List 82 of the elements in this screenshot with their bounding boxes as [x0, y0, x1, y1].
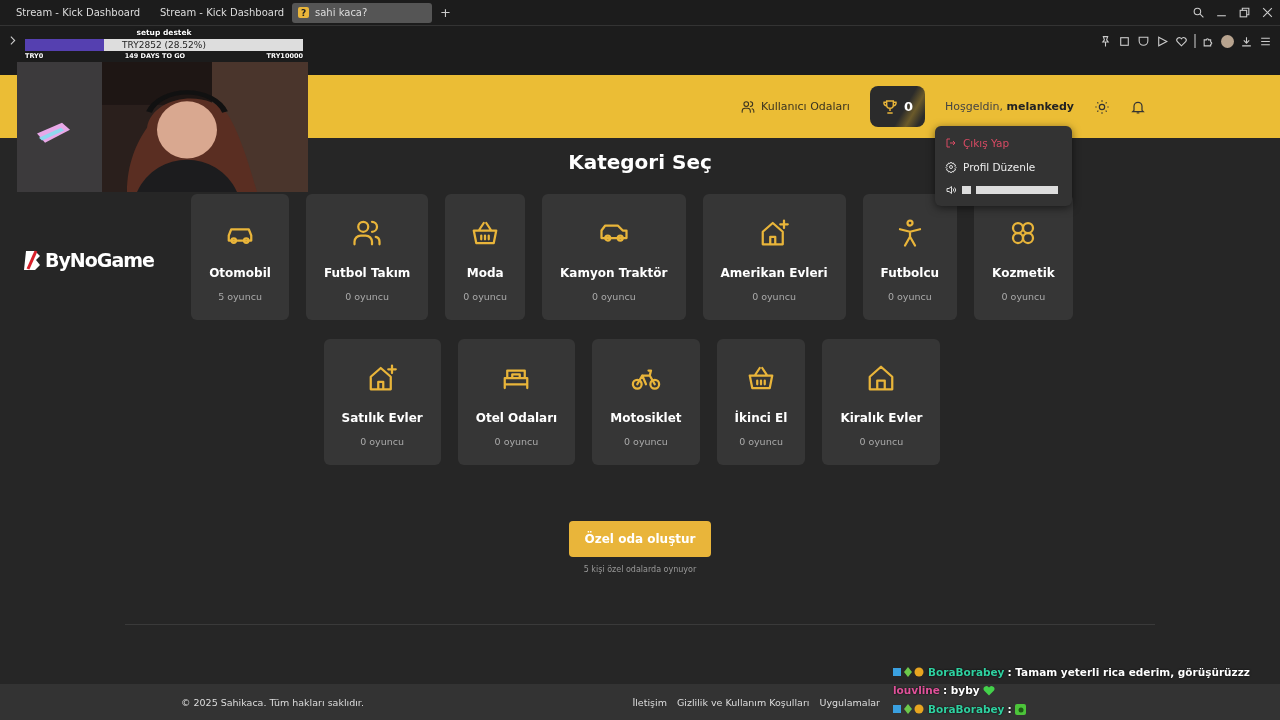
crop-icon[interactable] — [1118, 34, 1131, 48]
logo-icon — [22, 249, 42, 271]
category-card[interactable]: Amerikan Evleri 0 oyuncu — [702, 194, 846, 320]
category-card[interactable]: Satılık Evler 0 oyuncu — [323, 339, 441, 465]
users-icon — [741, 99, 756, 114]
category-name: Otel Odaları — [475, 411, 558, 425]
search-icon[interactable] — [1192, 6, 1205, 19]
player-count: 0 oyuncu — [859, 436, 904, 447]
player-count: 0 oyuncu — [494, 436, 539, 447]
chat-username: BoraBorabey — [928, 703, 1005, 715]
emote-icon — [1014, 703, 1026, 715]
chat-message: : Tamam yeterli rica ederim, görüşürüzzz — [1007, 666, 1250, 678]
browser-tab[interactable]: ? sahi kaca? — [292, 2, 432, 23]
category-name: Moda — [466, 266, 504, 280]
close-icon[interactable] — [1261, 6, 1274, 19]
slider-thumb[interactable] — [962, 186, 971, 194]
copyright-text: © 2025 Sahikaca. Tüm hakları saklıdır. — [181, 696, 364, 708]
house-plus-icon — [367, 363, 398, 393]
category-card[interactable]: Motosiklet 0 oyuncu — [592, 339, 700, 465]
new-tab-button[interactable]: + — [436, 5, 455, 20]
chat-username: louvline — [893, 684, 940, 696]
player-count: 0 oyuncu — [345, 291, 389, 302]
trophy-icon — [881, 98, 898, 115]
site-favicon: ? — [298, 7, 309, 18]
player-count: 0 oyuncu — [752, 291, 796, 302]
category-name: Kamyon Traktör — [560, 266, 668, 280]
settings-icon — [945, 161, 957, 173]
progress-reading: TRY2852 (28.52%) — [122, 40, 206, 50]
chat-message: : byby — [942, 684, 980, 696]
browser-tab[interactable]: Stream - Kick Dashboard — [4, 2, 144, 23]
restore-icon[interactable] — [1238, 6, 1251, 19]
page-title: Kategori Seç — [568, 150, 712, 174]
category-card[interactable]: Kiralık Evler 0 oyuncu — [822, 339, 941, 465]
avatar[interactable] — [1221, 34, 1234, 48]
category-name: Otomobil — [209, 266, 271, 280]
category-name: Kiralık Evler — [840, 411, 923, 425]
sponsor-logo: ByNoGame — [45, 249, 154, 271]
shield-icon[interactable] — [1137, 34, 1150, 48]
player-count: 0 oyuncu — [624, 436, 668, 447]
category-name: Satılık Evler — [341, 411, 423, 425]
users-icon — [352, 218, 383, 248]
category-name: Motosiklet — [610, 411, 682, 425]
welcome-text: Hoşgeldin, melankedy — [944, 100, 1074, 113]
category-card[interactable]: İkinci El 0 oyuncu — [716, 339, 806, 465]
category-name: İkinci El — [734, 411, 788, 425]
footer-link[interactable]: Gizlilik ve Kullanım Koşulları — [676, 696, 810, 708]
player-count: 0 oyuncu — [360, 436, 405, 447]
send-icon[interactable] — [1156, 34, 1169, 48]
speaker-icon — [945, 184, 957, 196]
category-name: Kozmetik — [992, 266, 1055, 280]
category-name: Futbolcu — [880, 266, 940, 280]
category-name: Amerikan Evleri — [720, 266, 828, 280]
category-card[interactable]: Futbolcu 0 oyuncu — [862, 194, 958, 320]
browser-tab[interactable]: Stream - Kick Dashboard — [148, 2, 288, 23]
trophy-button[interactable]: 0 — [869, 86, 925, 127]
player-count: 0 oyuncu — [739, 436, 783, 447]
player-count: 5 oyuncu — [218, 291, 262, 302]
category-card[interactable]: Moda 0 oyuncu — [445, 194, 526, 320]
house-plus-icon — [759, 218, 790, 248]
category-card[interactable]: Kamyon Traktör 0 oyuncu — [542, 194, 686, 320]
category-card[interactable]: Otel Odaları 0 oyuncu — [457, 339, 576, 465]
footer-link[interactable]: Uygulamalar — [819, 696, 880, 708]
category-name: Futbol Takım — [323, 266, 411, 280]
private-rooms-note: 5 kişi özel odalarda oynuyor — [583, 565, 697, 574]
player-count: 0 oyuncu — [887, 291, 932, 302]
download-icon[interactable] — [1240, 34, 1253, 48]
pin-icon[interactable] — [1099, 34, 1112, 48]
player-count: 0 oyuncu — [463, 291, 508, 302]
heart-emote-icon — [982, 684, 995, 696]
player-count: 0 oyuncu — [1001, 291, 1046, 302]
category-card[interactable]: Otomobil 5 oyuncu — [191, 194, 289, 320]
chat-username: BoraBorabey — [928, 666, 1005, 678]
logout-icon — [945, 137, 957, 149]
category-card[interactable]: Futbol Takım 0 oyuncu — [305, 194, 429, 320]
player-count: 0 oyuncu — [591, 291, 636, 302]
heart-icon[interactable] — [1175, 34, 1188, 48]
volume-slider[interactable] — [962, 186, 1058, 194]
chat-message: : — [1007, 703, 1012, 715]
sun-icon[interactable] — [1094, 98, 1110, 115]
footer-link[interactable]: İletişim — [632, 696, 667, 708]
user-rooms-link[interactable]: Kullanıcı Odaları — [741, 99, 850, 114]
profile-menu-item[interactable]: Profil Düzenle — [935, 158, 1072, 176]
